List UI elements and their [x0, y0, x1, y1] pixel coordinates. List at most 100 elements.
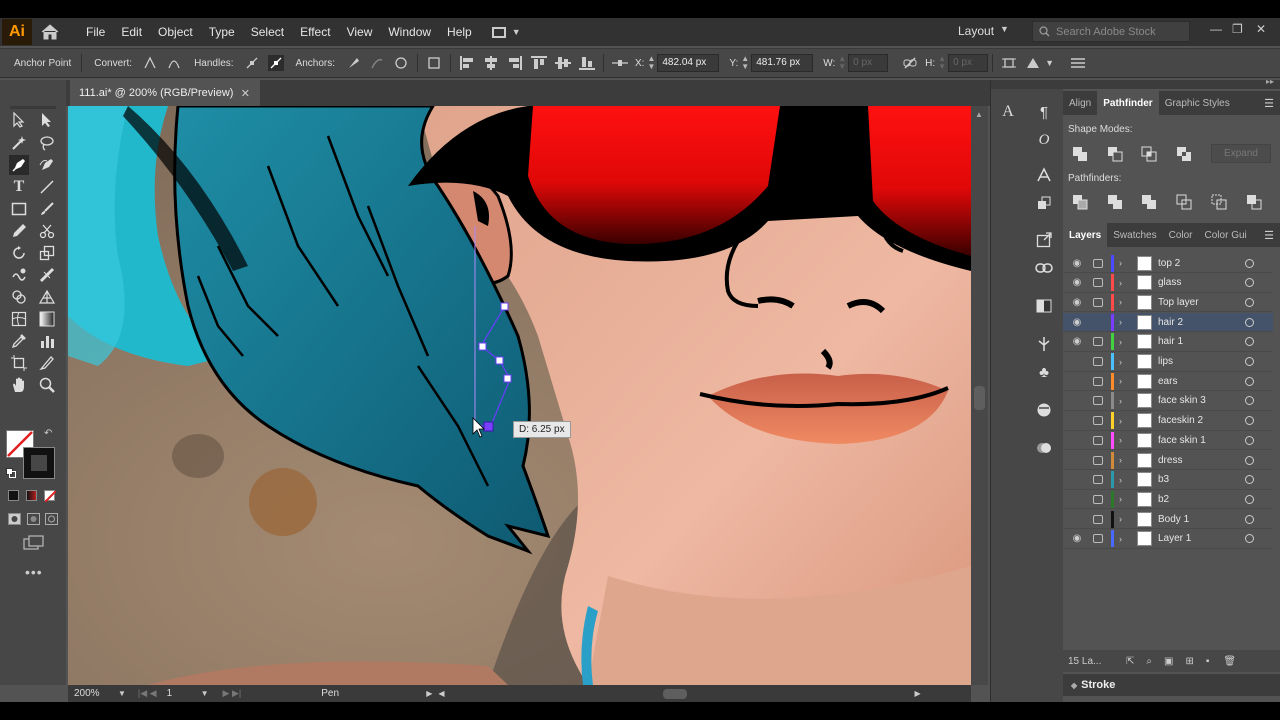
- tab-swatches[interactable]: Swatches: [1107, 223, 1162, 247]
- rotate-tool-icon[interactable]: [9, 243, 29, 263]
- align-middle-icon[interactable]: [555, 55, 571, 71]
- visibility-eye-icon[interactable]: ◉: [1071, 297, 1083, 308]
- target-circle-icon[interactable]: [1245, 297, 1254, 307]
- layer-row[interactable]: ◉ › Layer 1: [1063, 530, 1273, 549]
- expand-layer-icon[interactable]: ›: [1119, 258, 1122, 268]
- width-tool-icon[interactable]: [37, 265, 57, 285]
- lock-icon[interactable]: [1093, 396, 1103, 406]
- scroll-up-icon[interactable]: ▲: [975, 110, 983, 119]
- opentype-panel-icon[interactable]: O: [1034, 130, 1054, 150]
- paintbrush-tool-icon[interactable]: [37, 199, 57, 219]
- document-tab[interactable]: 111.ai* @ 200% (RGB/Preview) ✕: [70, 80, 260, 106]
- none-mode-button[interactable]: [44, 490, 57, 503]
- layer-name[interactable]: ears: [1158, 376, 1177, 387]
- delete-layer-icon[interactable]: 🗑: [1223, 656, 1236, 667]
- align-bottom-icon[interactable]: [579, 55, 595, 71]
- tab-layers[interactable]: Layers: [1063, 223, 1108, 247]
- layer-name[interactable]: b3: [1158, 474, 1169, 485]
- arrange-documents-button[interactable]: ▼: [491, 26, 521, 38]
- layer-row[interactable]: ◉ › top 2: [1063, 254, 1273, 273]
- hide-handles-icon[interactable]: [267, 55, 284, 71]
- target-circle-icon[interactable]: [1245, 534, 1254, 544]
- artboard-number[interactable]: 1: [167, 688, 201, 699]
- layer-name[interactable]: Layer 1: [1158, 533, 1191, 544]
- menu-effect[interactable]: Effect: [292, 25, 338, 39]
- target-circle-icon[interactable]: [1245, 337, 1254, 347]
- lock-icon[interactable]: [1093, 278, 1103, 288]
- tab-color[interactable]: Color: [1163, 223, 1199, 247]
- close-window-button[interactable]: ✕: [1256, 22, 1266, 36]
- character-panel-icon[interactable]: A: [998, 102, 1018, 122]
- scrollbar-thumb[interactable]: [974, 386, 985, 410]
- artboard-canvas[interactable]: [68, 106, 971, 685]
- unite-icon[interactable]: [1072, 146, 1088, 162]
- h-stepper[interactable]: ▲ ▼: [938, 55, 946, 71]
- layer-name[interactable]: dress: [1158, 455, 1182, 466]
- pen-tool-icon[interactable]: [9, 155, 29, 175]
- selection-tool-icon[interactable]: [9, 110, 29, 130]
- align-right-icon[interactable]: [507, 55, 523, 71]
- links-panel-icon[interactable]: [1034, 258, 1054, 278]
- expand-layer-icon[interactable]: ›: [1119, 514, 1122, 524]
- scissors-tool-icon[interactable]: [37, 221, 57, 241]
- shape-builder-tool-icon[interactable]: [9, 287, 29, 307]
- layer-name[interactable]: glass: [1158, 277, 1181, 288]
- lock-icon[interactable]: [1093, 416, 1103, 426]
- h-field[interactable]: 0 px: [948, 54, 989, 72]
- pencil-tool-icon[interactable]: [9, 221, 29, 241]
- expand-layer-icon[interactable]: ›: [1119, 475, 1122, 485]
- vertical-scrollbar[interactable]: ▲: [971, 106, 988, 685]
- zoom-tool-icon[interactable]: [37, 375, 57, 395]
- target-circle-icon[interactable]: [1245, 455, 1254, 465]
- lock-icon[interactable]: [1093, 435, 1103, 445]
- expand-layer-icon[interactable]: ›: [1119, 357, 1122, 367]
- expand-layer-icon[interactable]: ›: [1119, 297, 1122, 307]
- convert-smooth-icon[interactable]: [166, 55, 182, 71]
- intersect-icon[interactable]: [1141, 146, 1157, 162]
- brushes-panel-icon[interactable]: [1034, 438, 1054, 458]
- align-center-icon[interactable]: [483, 55, 499, 71]
- perspective-grid-tool-icon[interactable]: [37, 287, 57, 307]
- slice-tool-icon[interactable]: [37, 353, 57, 373]
- expand-button[interactable]: Expand: [1211, 144, 1271, 163]
- target-circle-icon[interactable]: [1245, 317, 1254, 327]
- make-clipping-mask-icon[interactable]: ▣: [1164, 656, 1173, 667]
- menu-file[interactable]: File: [78, 25, 113, 39]
- layer-row[interactable]: › faceskin 2: [1063, 412, 1273, 431]
- menu-select[interactable]: Select: [243, 25, 292, 39]
- paragraph-panel-icon[interactable]: ¶: [1034, 102, 1054, 122]
- layer-row[interactable]: ◉ › Top layer: [1063, 293, 1273, 313]
- visibility-eye-icon[interactable]: ◉: [1071, 277, 1083, 288]
- minimize-button[interactable]: —: [1210, 22, 1222, 36]
- gradient-tool-icon[interactable]: [37, 309, 57, 329]
- layer-row[interactable]: › lips: [1063, 353, 1273, 372]
- hand-tool-icon[interactable]: [9, 375, 29, 395]
- expand-layer-icon[interactable]: ›: [1119, 376, 1122, 386]
- minus-front-icon[interactable]: [1107, 146, 1123, 162]
- layer-row[interactable]: › ears: [1063, 372, 1273, 392]
- x-stepper[interactable]: ▲ ▼: [647, 55, 655, 71]
- target-circle-icon[interactable]: [1245, 435, 1254, 445]
- reference-point-icon[interactable]: [612, 55, 628, 71]
- tab-pathfinder[interactable]: Pathfinder: [1097, 91, 1159, 115]
- target-circle-icon[interactable]: [1245, 258, 1254, 268]
- layer-name[interactable]: hair 2: [1158, 317, 1183, 328]
- menu-edit[interactable]: Edit: [113, 25, 150, 39]
- lock-icon[interactable]: [1093, 357, 1103, 366]
- menu-object[interactable]: Object: [150, 25, 201, 39]
- target-circle-icon[interactable]: [1245, 475, 1254, 485]
- target-circle-icon[interactable]: [1245, 416, 1254, 426]
- expand-layer-icon[interactable]: ›: [1119, 494, 1122, 504]
- scale-tool-icon[interactable]: [37, 243, 57, 263]
- panel-menu-icon[interactable]: [1070, 55, 1086, 71]
- expand-panels-icon[interactable]: ▸▸: [1266, 77, 1274, 86]
- color-mode-button[interactable]: [8, 490, 19, 501]
- menu-view[interactable]: View: [339, 25, 381, 39]
- target-circle-icon[interactable]: [1245, 396, 1254, 406]
- draw-inside-icon[interactable]: [45, 513, 58, 525]
- isolate-icon[interactable]: [1001, 55, 1017, 71]
- lasso-tool-icon[interactable]: [37, 133, 57, 153]
- glyphs-panel-icon[interactable]: [1034, 165, 1054, 185]
- expand-layer-icon[interactable]: ›: [1119, 337, 1122, 347]
- layer-name[interactable]: faceskin 2: [1158, 415, 1203, 426]
